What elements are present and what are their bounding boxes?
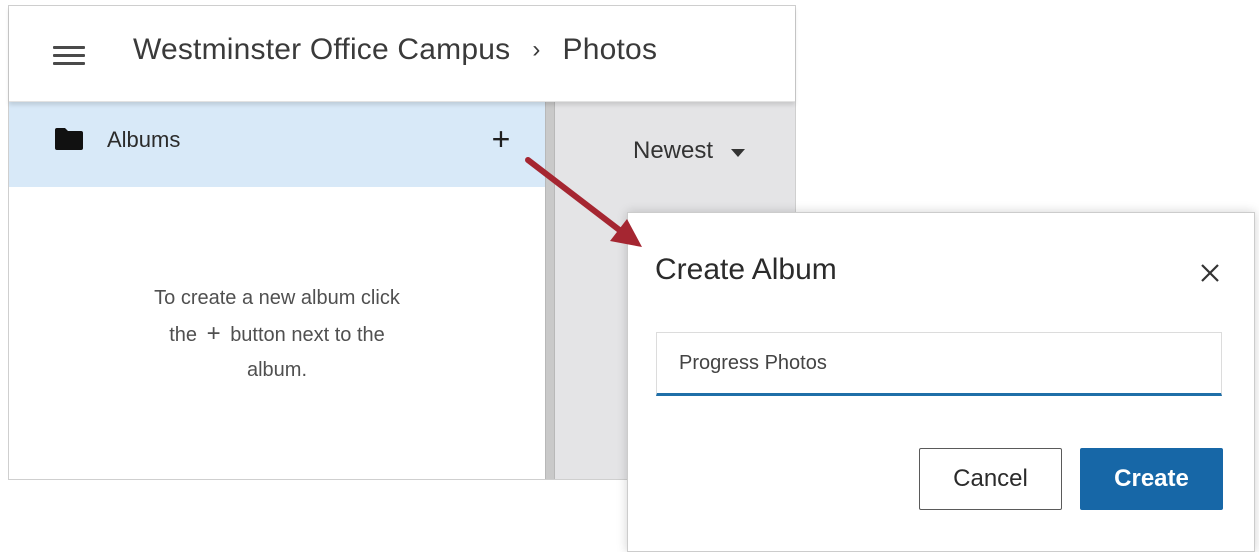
breadcrumb: Westminster Office Campus › Photos bbox=[133, 33, 657, 67]
empty-message-line: To create a new album click bbox=[154, 287, 400, 309]
folder-icon bbox=[55, 128, 83, 150]
sort-selected-value: Newest bbox=[633, 137, 714, 164]
plus-icon: + bbox=[206, 320, 221, 347]
cancel-button[interactable]: Cancel bbox=[919, 448, 1062, 510]
add-album-button[interactable]: + bbox=[485, 119, 517, 159]
create-album-dialog: Create Album Cancel Create bbox=[627, 212, 1255, 552]
breadcrumb-item-photos: Photos bbox=[562, 33, 658, 66]
empty-state-message: To create a new album click the + button… bbox=[9, 281, 545, 388]
create-button[interactable]: Create bbox=[1080, 448, 1223, 510]
empty-message-text: button next to the bbox=[230, 324, 385, 346]
albums-panel: Albums + To create a new album click the… bbox=[9, 101, 545, 479]
empty-message-text: the bbox=[169, 324, 198, 346]
empty-message-line: the + button next to the bbox=[9, 316, 545, 353]
breadcrumb-separator: › bbox=[532, 36, 541, 63]
album-name-input[interactable] bbox=[656, 332, 1222, 396]
albums-label: Albums bbox=[107, 127, 181, 152]
empty-message-line: album. bbox=[246, 359, 308, 381]
breadcrumb-item-project[interactable]: Westminster Office Campus bbox=[133, 33, 510, 67]
pane-divider[interactable] bbox=[545, 101, 555, 479]
menu-icon[interactable] bbox=[53, 46, 85, 66]
sort-dropdown[interactable]: Newest bbox=[633, 137, 746, 165]
chevron-down-icon bbox=[731, 148, 746, 157]
dialog-title: Create Album bbox=[655, 253, 837, 286]
close-icon[interactable] bbox=[1196, 259, 1224, 287]
header: Westminster Office Campus › Photos bbox=[9, 6, 795, 102]
sidebar-item-albums[interactable]: Albums + bbox=[9, 101, 545, 187]
